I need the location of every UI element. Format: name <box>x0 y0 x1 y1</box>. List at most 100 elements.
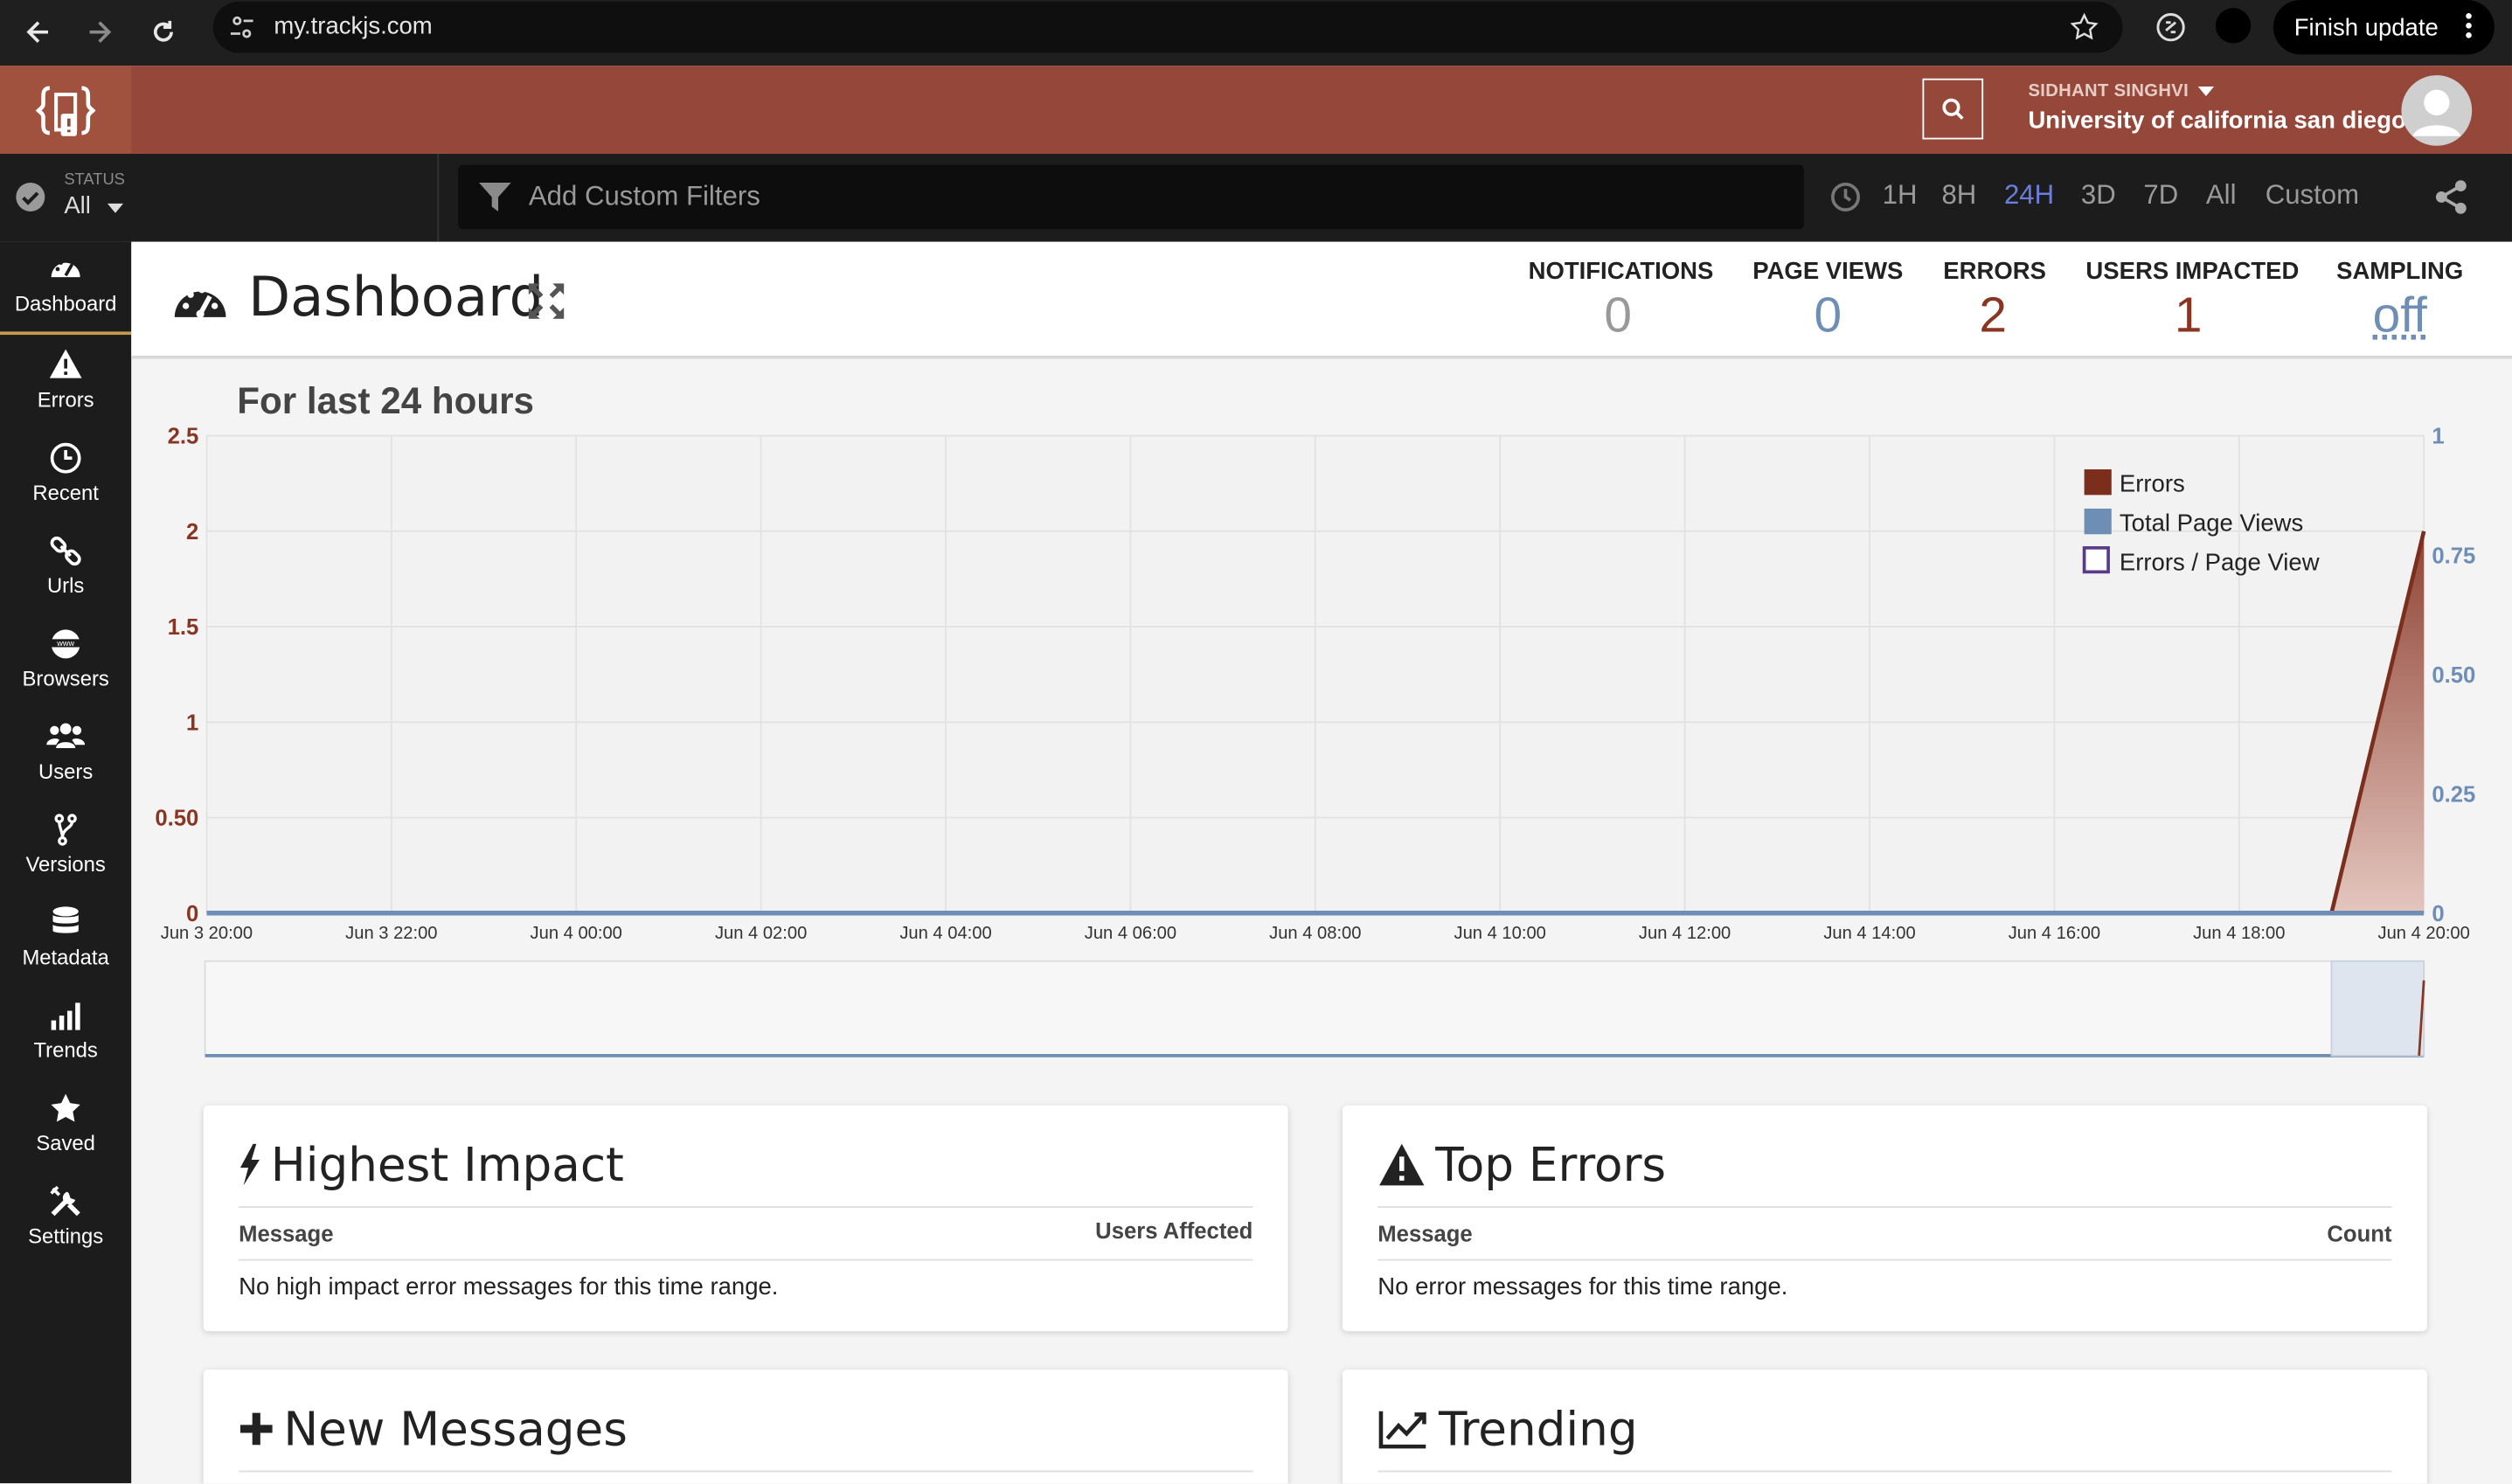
stat-sampling[interactable]: SAMPLING off <box>2335 258 2464 344</box>
check-circle-icon <box>14 181 46 221</box>
y-left-tick-label: 2 <box>186 520 198 544</box>
sidebar-item-users[interactable]: Users <box>0 710 131 802</box>
y-left-tick-label: 1.5 <box>168 615 199 640</box>
custom-filter-input[interactable]: Add Custom Filters <box>458 164 1804 230</box>
range-1h[interactable]: 1H <box>1883 179 1918 212</box>
sidebar-item-settings[interactable]: Settings <box>0 1175 131 1267</box>
y-left-tick-label: 0 <box>186 902 198 926</box>
stat-notifications[interactable]: NOTIFICATIONS 0 <box>1529 258 1714 344</box>
bookmark-star-icon[interactable] <box>2068 11 2100 52</box>
back-icon[interactable] <box>14 8 62 56</box>
sidebar-item-label: Browsers <box>22 666 109 690</box>
panel-title-text: Highest Impact <box>270 1137 624 1192</box>
sidebar-item-versions[interactable]: Versions <box>0 802 131 895</box>
status-filter[interactable]: STATUS All <box>0 153 440 242</box>
y-left-tick-label: 0.50 <box>155 807 198 831</box>
tools-icon <box>46 1184 85 1219</box>
range-24h[interactable]: 24H <box>2004 179 2054 212</box>
column-header-message[interactable]: Message <box>239 1221 333 1246</box>
column-header-message[interactable]: Message <box>1377 1221 1472 1246</box>
x-tick-label: Jun 4 04:00 <box>899 924 991 943</box>
reload-icon[interactable] <box>139 8 187 56</box>
bolt-icon <box>239 1143 260 1186</box>
x-tick-label: Jun 4 12:00 <box>1639 924 1731 943</box>
caret-down-icon <box>2198 86 2215 96</box>
sidebar-item-errors[interactable]: Errors <box>0 338 131 431</box>
sidebar-item-label: Recent <box>32 480 99 505</box>
sidebar-item-saved[interactable]: Saved <box>0 1081 131 1174</box>
branch-icon <box>46 812 85 847</box>
browser-toolbar: my.trackjs.com Finish update <box>0 0 2512 66</box>
divider <box>239 1470 1253 1473</box>
range-all[interactable]: All <box>2206 179 2237 212</box>
url-text: my.trackjs.com <box>274 12 433 40</box>
x-tick-label: Jun 4 20:00 <box>2377 924 2469 943</box>
new-messages-panel: New Messages <box>203 1370 1288 1484</box>
stat-errors[interactable]: ERRORS 2 <box>1943 258 2046 344</box>
user-menu[interactable]: SIDHANT SINGHVI <box>2028 81 2215 101</box>
expand-icon[interactable] <box>525 281 567 330</box>
stat-value: 1 <box>2174 287 2203 343</box>
caret-down-icon <box>107 203 123 213</box>
avatar[interactable] <box>2401 75 2473 146</box>
sidebar-item-dashboard[interactable]: Dashboard <box>0 241 132 336</box>
panel-title-text: Top Errors <box>1435 1137 1667 1192</box>
error-chart[interactable]: 0 0.50 1 1.5 2 2.5 0 0.25 0.50 0.75 1 Jun 3 20:00 Ju… <box>131 415 2512 1088</box>
app-root: my.trackjs.com Finish update SIDHANT SIN… <box>0 0 2512 1484</box>
x-tick-label: Jun 4 16:00 <box>2009 924 2100 943</box>
search-button[interactable] <box>1922 78 1984 140</box>
trackjs-logo[interactable] <box>0 66 132 154</box>
forward-icon[interactable] <box>75 8 123 56</box>
sidebar-item-urls[interactable]: Urls <box>0 524 131 616</box>
share-icon[interactable] <box>2432 177 2470 224</box>
chart-area[interactable]: 0 0.50 1 1.5 2 2.5 0 0.25 0.50 0.75 1 Jun 3 20:00 Ju… <box>131 415 2512 1096</box>
warning-icon <box>46 348 85 383</box>
x-tick-label: Jun 4 00:00 <box>531 924 622 943</box>
range-custom[interactable]: Custom <box>2266 179 2359 212</box>
navigator-selection <box>2330 960 2425 1057</box>
range-3d[interactable]: 3D <box>2081 179 2116 212</box>
dashboard-header: Dashboard NOTIFICATIONS 0 PAGE VIEWS 0 E… <box>131 241 2512 359</box>
stat-value[interactable]: off <box>2335 287 2464 344</box>
more-vert-icon[interactable] <box>2466 13 2472 45</box>
svg-text:www: www <box>56 639 74 648</box>
range-7d[interactable]: 7D <box>2143 179 2178 212</box>
stat-value: 2 <box>1979 287 2007 343</box>
sidebar-item-trends[interactable]: Trends <box>0 988 131 1081</box>
extension-icon[interactable] <box>2153 10 2188 52</box>
x-tick-label: Jun 4 14:00 <box>1823 924 1915 943</box>
sidebar-item-label: Errors <box>37 387 94 413</box>
column-header-count[interactable]: Count <box>2327 1221 2391 1246</box>
sidebar-item-label: Saved <box>36 1131 95 1155</box>
stat-users-impacted[interactable]: USERS IMPACTED 1 <box>2085 258 2299 344</box>
column-header-users-affected[interactable]: Users Affected <box>1095 1217 1253 1243</box>
warning-icon <box>1379 1143 1425 1186</box>
user-name[interactable]: SIDHANT SINGHVI <box>2028 81 2189 101</box>
range-8h[interactable]: 8H <box>1941 179 1976 212</box>
main-content: Dashboard NOTIFICATIONS 0 PAGE VIEWS 0 E… <box>131 241 2512 1484</box>
legend-swatch <box>2084 469 2112 496</box>
site-settings-icon[interactable] <box>229 14 254 47</box>
sidebar-item-recent[interactable]: Recent <box>0 431 131 524</box>
org-name[interactable]: University of california san diego <box>2028 107 2405 135</box>
y-right-tick-label: 1 <box>2432 425 2444 449</box>
stat-page-views[interactable]: PAGE VIEWS 0 <box>1752 258 1903 344</box>
finish-update-button[interactable]: Finish update <box>2273 0 2495 55</box>
x-tick-label: Jun 4 02:00 <box>715 924 807 943</box>
status-dropdown[interactable]: All <box>64 192 123 219</box>
legend-swatch <box>2084 508 2112 535</box>
stat-label: SAMPLING <box>2336 258 2464 286</box>
top-errors-panel: Top Errors Message Count No error messag… <box>1342 1105 2427 1332</box>
address-bar[interactable]: my.trackjs.com <box>212 1 2123 53</box>
divider <box>1377 1470 2392 1473</box>
range-navigator <box>204 960 2425 1057</box>
star-icon <box>46 1091 85 1126</box>
status-value: All <box>64 191 91 220</box>
profile-dot-icon[interactable] <box>2215 8 2252 44</box>
panel-title-text: Trending <box>1438 1401 1638 1457</box>
sidebar-item-metadata[interactable]: Metadata <box>0 896 131 988</box>
x-tick-label: Jun 3 20:00 <box>161 924 253 943</box>
plus-icon <box>239 1412 273 1446</box>
empty-message: No high impact error messages for this t… <box>239 1273 779 1301</box>
sidebar-item-browsers[interactable]: www Browsers <box>0 617 131 710</box>
